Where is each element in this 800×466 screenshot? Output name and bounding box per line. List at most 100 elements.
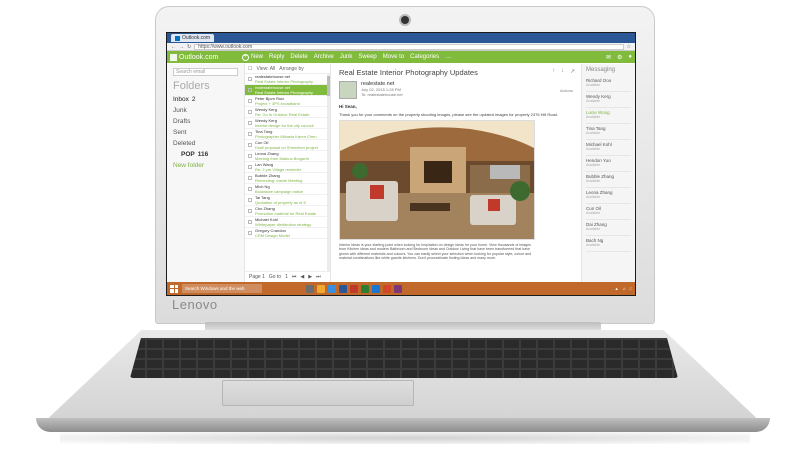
- last-page-icon[interactable]: ⏭: [316, 274, 321, 280]
- message-checkbox[interactable]: [248, 231, 252, 235]
- contact-item[interactable]: Leona Zhang Available: [586, 188, 631, 204]
- message-row[interactable]: Lan Wang Re: 2 pm Village reminder: [245, 162, 330, 173]
- next-page-icon[interactable]: ▶: [308, 274, 312, 280]
- message-row[interactable]: Bubble Zhang Reminding: Inside Meeting: [245, 173, 330, 184]
- app-launcher-icon[interactable]: [170, 53, 177, 61]
- junk-button[interactable]: Junk: [340, 54, 353, 60]
- messaging-icon[interactable]: ✉: [606, 54, 611, 61]
- message-row[interactable]: Tai Tang Quotation of property as of 5: [245, 195, 330, 206]
- categories-button[interactable]: Categories: [410, 54, 439, 60]
- outlook-logo[interactable]: Outlook.com: [170, 53, 236, 61]
- message-checkbox[interactable]: [248, 209, 252, 213]
- arrow-down-icon[interactable]: ↓: [561, 68, 564, 75]
- message-checkbox[interactable]: [248, 88, 252, 92]
- message-row[interactable]: realestatehouse.net Real Estate Interior …: [245, 74, 330, 85]
- contact-item[interactable]: Richard Ooo Available: [586, 76, 631, 92]
- move-to-button[interactable]: Move to: [383, 54, 404, 60]
- message-checkbox[interactable]: [248, 176, 252, 180]
- message-checkbox[interactable]: [248, 187, 252, 191]
- browser-tab[interactable]: Outlook.com: [171, 34, 215, 42]
- actions-dropdown[interactable]: Actions: [560, 88, 573, 93]
- message-row[interactable]: Wendy Kerg Re: Go to Outdoor Real Estate: [245, 107, 330, 118]
- taskbar-app-icon[interactable]: [328, 284, 336, 293]
- folder-deleted[interactable]: Deleted: [173, 140, 238, 147]
- message-row[interactable]: Gregory Crandon CRM Design Model: [245, 228, 330, 239]
- user-avatar-icon[interactable]: ●: [628, 54, 632, 60]
- message-row[interactable]: Michael Kohl Whitepaper distribution stra…: [245, 217, 330, 228]
- message-row[interactable]: Leona Zhang Meeting from Markus Borgarth: [245, 151, 330, 162]
- property-photo[interactable]: [339, 120, 535, 240]
- arrange-by-dropdown[interactable]: Arrange by: [279, 66, 303, 72]
- folder-drafts[interactable]: Drafts: [173, 118, 238, 125]
- contact-item[interactable]: Michael Kohl Available: [586, 140, 631, 156]
- contact-item[interactable]: Cun Oil Available: [586, 204, 631, 220]
- first-page-icon[interactable]: ⏮: [292, 274, 297, 280]
- taskbar-app-icon[interactable]: [339, 284, 347, 293]
- taskbar-app-icon[interactable]: [383, 284, 391, 293]
- prev-page-icon[interactable]: ◀: [300, 274, 304, 280]
- message-row[interactable]: realestatehouse.net Real Estate Interior …: [245, 85, 330, 96]
- message-checkbox[interactable]: [248, 165, 252, 169]
- message-row[interactable]: Mich Ng Bookstore campaign notice: [245, 184, 330, 195]
- contact-item[interactable]: Dai Zhang Available: [586, 220, 631, 236]
- folder-pop[interactable]: POP 116: [173, 151, 238, 158]
- page-input[interactable]: 1: [285, 274, 288, 280]
- contact-item[interactable]: Bubble Zhang Available: [586, 172, 631, 188]
- taskbar-app-icon[interactable]: [372, 284, 380, 293]
- taskbar-app-icon[interactable]: [317, 284, 325, 293]
- new-button[interactable]: + New: [242, 53, 263, 61]
- reply-button[interactable]: Reply: [269, 54, 284, 60]
- forward-icon[interactable]: →: [179, 44, 184, 50]
- volume-icon[interactable]: ♫: [623, 286, 626, 291]
- folder-sent[interactable]: Sent: [173, 129, 238, 136]
- select-all-checkbox[interactable]: ☐: [248, 66, 252, 72]
- taskbar-app-icon[interactable]: [361, 284, 369, 293]
- message-checkbox[interactable]: [248, 198, 252, 202]
- taskbar-search-input[interactable]: Search Windows and the web: [182, 284, 262, 293]
- message-checkbox[interactable]: [248, 99, 252, 103]
- message-checkbox[interactable]: [248, 77, 252, 81]
- message-checkbox[interactable]: [248, 110, 252, 114]
- contact-item[interactable]: Hendon Yuo Available: [586, 156, 631, 172]
- message-row[interactable]: Wendy Kerg Interior design for the city c…: [245, 118, 330, 129]
- contact-item[interactable]: Tina Tang Available: [586, 124, 631, 140]
- search-input[interactable]: Search email: [173, 68, 238, 76]
- expand-icon[interactable]: ↗: [570, 68, 575, 75]
- scrollbar-thumb[interactable]: [327, 76, 330, 96]
- more-button[interactable]: …: [445, 54, 451, 60]
- refresh-icon[interactable]: ↻: [187, 44, 191, 50]
- message-checkbox[interactable]: [248, 154, 252, 158]
- contact-item[interactable]: Bach Ng Available: [586, 236, 631, 252]
- contact-status: Available: [586, 211, 601, 215]
- message-checkbox[interactable]: [248, 132, 252, 136]
- taskbar-app-icon[interactable]: [306, 284, 314, 293]
- message-list-scrollbar[interactable]: [327, 74, 330, 271]
- taskbar-app-icon[interactable]: [394, 284, 402, 293]
- taskbar-app-icon[interactable]: [350, 284, 358, 293]
- new-folder-link[interactable]: New folder: [173, 162, 238, 169]
- back-icon[interactable]: ←: [171, 44, 176, 50]
- network-icon[interactable]: ▲: [615, 286, 619, 291]
- message-checkbox[interactable]: [248, 143, 252, 147]
- message-row[interactable]: Peter Bjorn Ruiz Project + 3PS broadband: [245, 96, 330, 107]
- message-checkbox[interactable]: [248, 121, 252, 125]
- settings-gear-icon[interactable]: ⚙: [617, 54, 622, 61]
- message-row[interactable]: Cho Zhang Promotion material for Real Est…: [245, 206, 330, 217]
- arrow-up-icon[interactable]: ↑: [552, 68, 555, 75]
- browser-tab-bar: Outlook.com: [167, 33, 635, 43]
- view-filter-dropdown[interactable]: View: All: [256, 66, 275, 72]
- archive-button[interactable]: Archive: [314, 54, 334, 60]
- folder-inbox[interactable]: Inbox 2: [173, 96, 238, 103]
- notifications-icon[interactable]: □: [630, 286, 632, 291]
- message-row[interactable]: Cun Oil Draft proposal on Shenzhen projec…: [245, 140, 330, 151]
- url-input[interactable]: https://www.outlook.com: [194, 43, 624, 50]
- folder-junk[interactable]: Junk: [173, 107, 238, 114]
- windows-start-icon[interactable]: [170, 284, 178, 293]
- favorites-icon[interactable]: ☆: [627, 44, 631, 50]
- contact-item[interactable]: Lucie Wong Available: [586, 108, 631, 124]
- message-row[interactable]: Tina Tang Photographer Mikaela Karen Chen: [245, 129, 330, 140]
- sweep-button[interactable]: Sweep: [358, 54, 376, 60]
- delete-button[interactable]: Delete: [290, 54, 307, 60]
- message-checkbox[interactable]: [248, 220, 252, 224]
- contact-item[interactable]: Wendy Kerg Available: [586, 92, 631, 108]
